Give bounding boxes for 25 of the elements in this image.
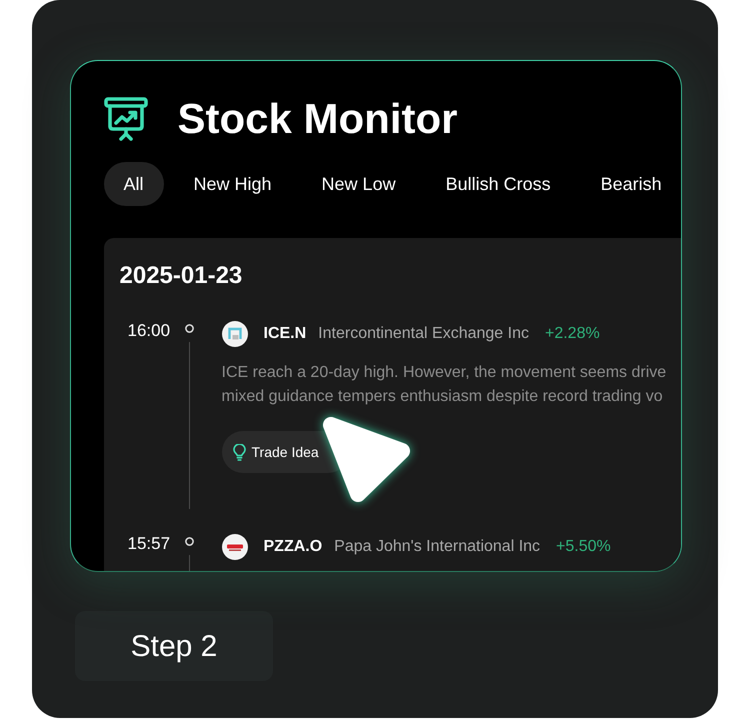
lightbulb-icon	[232, 444, 246, 460]
app-title: Stock Monitor	[178, 98, 458, 140]
step-label: Step 2	[75, 611, 273, 681]
company-name: Papa John's International Inc	[334, 537, 540, 557]
event-time: 15:57	[126, 535, 172, 552]
filter-tab[interactable]: New High	[174, 162, 292, 206]
price-change: +2.28%	[544, 324, 600, 344]
stock-symbol: ICE.N	[264, 324, 306, 344]
feed-date: 2025-01-23	[120, 263, 242, 289]
price-change: +5.50%	[556, 537, 611, 557]
company-logo-icon	[222, 321, 248, 347]
filter-tab[interactable]: New Low	[302, 162, 416, 206]
event-description: mixed guidance tempers enthusiasm despite record trading vo	[222, 387, 663, 407]
presentation-chart-icon	[104, 97, 148, 141]
filter-tab[interactable]: Bullish Cross	[426, 162, 571, 206]
filter-tab[interactable]: Bearish	[580, 162, 681, 206]
timeline-dot-icon	[185, 324, 194, 333]
pointer-cursor-icon	[322, 416, 412, 504]
company-logo-icon	[222, 534, 248, 560]
stock-symbol: PZZA.O	[264, 537, 322, 557]
filter-tab[interactable]: All	[104, 162, 164, 206]
event-time: 16:00	[126, 322, 172, 339]
company-name: Intercontinental Exchange Inc	[318, 324, 529, 344]
timeline-dot-icon	[185, 537, 194, 546]
event-description: ICE reach a 20-day high. However, the movement seems drive	[222, 363, 666, 383]
